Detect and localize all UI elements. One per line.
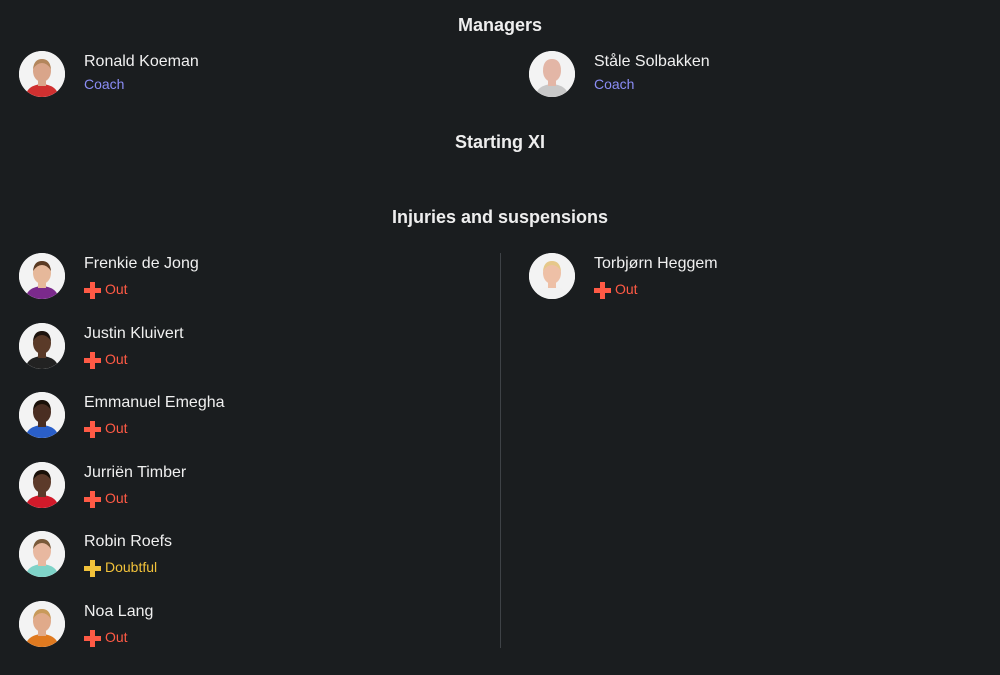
avatar xyxy=(19,51,65,97)
injured-player-home-4[interactable]: Robin Roefs Doubtful xyxy=(19,531,469,579)
status-label: Out xyxy=(615,281,638,297)
player-name[interactable]: Justin Kluivert xyxy=(84,325,184,343)
player-name[interactable]: Frenkie de Jong xyxy=(84,255,199,273)
manager-role: Coach xyxy=(594,76,635,92)
avatar xyxy=(19,531,65,577)
injuries-divider xyxy=(500,253,501,648)
player-name[interactable]: Noa Lang xyxy=(84,603,153,621)
player-name[interactable]: Torbjørn Heggem xyxy=(594,255,718,273)
injury-cross-icon xyxy=(84,630,101,647)
avatar xyxy=(19,462,65,508)
status-label: Out xyxy=(105,420,128,436)
doubtful-cross-icon xyxy=(84,560,101,577)
status-label: Out xyxy=(105,629,128,645)
player-name[interactable]: Emmanuel Emegha xyxy=(84,394,225,412)
injury-cross-icon xyxy=(84,491,101,508)
manager-name[interactable]: Ronald Koeman xyxy=(84,53,199,71)
manager-away[interactable]: Ståle Solbakken Coach xyxy=(529,51,979,99)
injured-player-home-0[interactable]: Frenkie de Jong Out xyxy=(19,253,469,301)
avatar xyxy=(19,392,65,438)
injured-player-home-5[interactable]: Noa Lang Out xyxy=(19,601,469,649)
injury-cross-icon xyxy=(84,421,101,438)
avatar xyxy=(19,601,65,647)
injured-player-home-1[interactable]: Justin Kluivert Out xyxy=(19,323,469,371)
manager-home[interactable]: Ronald Koeman Coach xyxy=(19,51,469,99)
player-name[interactable]: Jurriën Timber xyxy=(84,464,186,482)
avatar xyxy=(529,253,575,299)
injury-cross-icon xyxy=(594,282,611,299)
injured-player-home-2[interactable]: Emmanuel Emegha Out xyxy=(19,392,469,440)
injuries-title: Injuries and suspensions xyxy=(391,207,609,227)
injured-player-away-0[interactable]: Torbjørn Heggem Out xyxy=(529,253,979,301)
status-label: Out xyxy=(105,281,128,297)
managers-title: Managers xyxy=(457,15,543,35)
injury-cross-icon xyxy=(84,352,101,369)
avatar xyxy=(529,51,575,97)
manager-role: Coach xyxy=(84,76,125,92)
player-name[interactable]: Robin Roefs xyxy=(84,533,172,551)
status-label: Doubtful xyxy=(105,559,158,575)
manager-name[interactable]: Ståle Solbakken xyxy=(594,53,710,71)
avatar xyxy=(19,253,65,299)
injury-cross-icon xyxy=(84,282,101,299)
avatar xyxy=(19,323,65,369)
status-label: Out xyxy=(105,351,128,367)
starting-xi-title: Starting XI xyxy=(454,132,545,152)
injured-player-home-3[interactable]: Jurriën Timber Out xyxy=(19,462,469,510)
status-label: Out xyxy=(105,490,128,506)
